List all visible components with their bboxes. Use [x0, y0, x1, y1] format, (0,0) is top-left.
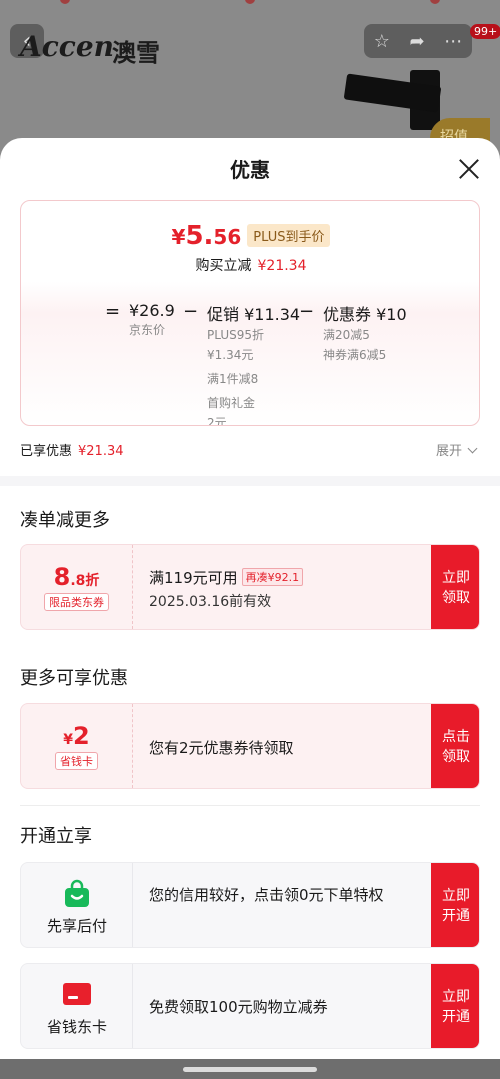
section-title-more-offers: 更多可享优惠 [20, 668, 128, 689]
activate-label: 立即 开通 [442, 888, 470, 924]
activate-pay-later-button[interactable]: 立即 开通 [431, 863, 479, 947]
coupon-type-tag: 限品类东券 [44, 593, 109, 611]
brand-logo-cn: 澳雪 [112, 39, 160, 67]
enjoyed-discount: 已享优惠 ¥21.34 [20, 440, 124, 459]
instant-discount-amount: ¥21.34 [257, 258, 307, 274]
section-title-more-savings: 凑单减更多 [20, 510, 110, 531]
saving-card-text: 您有2元优惠券待领取 [149, 739, 294, 757]
saving-card-coupon: ¥2 省钱卡 您有2元优惠券待领取 点击 领取 [20, 703, 480, 789]
coupon-discount: 优惠券 ¥10 满20减5 神券满6减5 [323, 301, 407, 365]
promo-note: 2元 [207, 416, 227, 426]
section-gap [0, 476, 500, 486]
saving-card-details: 您有2元优惠券待领取 [133, 704, 431, 788]
service-details: 您的信用较好，点击领0元下单特权 [133, 863, 431, 947]
service-name: 先享后付 [46, 917, 107, 935]
background-decoration [60, 0, 440, 4]
coupon-condition-row: 满119元可用 再凑¥92.1 [149, 567, 304, 588]
home-indicator[interactable] [183, 1067, 317, 1072]
promo-note: 满1件减8 [207, 372, 259, 386]
promo-value: 促销 ¥11.34 [207, 305, 301, 324]
price-card: ¥ 5. 56 PLUS到手价 购买立减 ¥21.34 = ¥26.9 京东价 −… [20, 200, 480, 426]
base-price-label: 京东价 [129, 323, 166, 337]
bag-icon [65, 879, 89, 907]
claim-saving-card-label: 点击 领取 [442, 729, 470, 765]
coupon-value: 优惠券 ¥10 [323, 305, 407, 324]
service-icon-block: 省钱东卡 [21, 964, 133, 1048]
coupon-expiry: 2025.03.16前有效 [149, 594, 272, 610]
claim-saving-card-button[interactable]: 点击 领取 [431, 704, 479, 788]
promo-note: 首购礼金 [207, 396, 256, 410]
saving-card-value: ¥2 省钱卡 [21, 704, 133, 788]
equals-sign: = [105, 301, 121, 322]
expand-button[interactable]: 展开 [436, 440, 478, 459]
star-icon[interactable]: ☆ [374, 31, 390, 52]
expand-label: 展开 [436, 444, 463, 459]
close-icon[interactable] [454, 154, 484, 184]
promo-discount: 促销 ¥11.34 PLUS95折 ¥1.34元 满1件减8 首购礼金 2元 [207, 301, 301, 426]
promo-note: ¥1.34元 [207, 348, 254, 362]
coupon-discount-big: 8 [53, 563, 71, 591]
claim-coupon-button[interactable]: 立即 领取 [431, 545, 479, 629]
promo-note: PLUS95折 [207, 328, 264, 342]
top-actions: ☆ ➦ ⋯ [364, 24, 472, 58]
service-icon-block: 先享后付 [21, 863, 133, 947]
plus-price-tag: PLUS到手价 [247, 224, 331, 247]
service-details: 免费领取100元购物立减券 [133, 964, 431, 1048]
instant-discount: 购买立减 ¥21.34 [21, 255, 479, 275]
sheet-title: 优惠 [230, 158, 270, 182]
activate-label: 立即 开通 [442, 989, 470, 1025]
claim-coupon-label: 立即 领取 [442, 570, 470, 606]
service-card-pay-later: 先享后付 您的信用较好，点击领0元下单特权 立即 开通 [20, 862, 480, 948]
price-decimal: 56 [213, 225, 242, 249]
coupon-condition: 满119元可用 [149, 569, 238, 587]
discount-sheet: 优惠 ¥ 5. 56 PLUS到手价 购买立减 ¥21.34 = ¥26.9 京东… [0, 138, 500, 1059]
message-badge: 99+ [470, 24, 500, 39]
chevron-down-icon [467, 443, 478, 454]
activate-saving-card-button[interactable]: 立即 开通 [431, 964, 479, 1048]
brand-logo: Accen [20, 30, 114, 63]
service-text: 您的信用较好，点击领0元下单特权 [149, 886, 384, 904]
price-currency: ¥ [171, 225, 186, 249]
saving-card-tag: 省钱卡 [55, 752, 98, 770]
saving-card-amount: 2 [73, 722, 90, 750]
service-card-saving-card: 省钱东卡 免费领取100元购物立减券 立即 开通 [20, 963, 480, 1049]
enjoyed-label: 已享优惠 [20, 444, 73, 459]
price-breakdown: = ¥26.9 京东价 − 促销 ¥11.34 PLUS95折 ¥1.34元 满… [21, 301, 479, 426]
service-text: 免费领取100元购物立减券 [149, 998, 328, 1016]
card-icon [63, 983, 91, 1005]
service-name: 省钱东卡 [46, 1018, 107, 1036]
base-price: ¥26.9 京东价 [129, 301, 175, 340]
coupon-extra-tag: 再凑¥92.1 [241, 568, 304, 586]
base-price-value: ¥26.9 [129, 301, 175, 320]
coupon-value-block: 8.8折 限品类东券 [21, 545, 133, 629]
final-price: ¥ 5. 56 PLUS到手价 [21, 221, 479, 251]
background-page: ‹ Accen 澳雪 ☆ ➦ ⋯ 99+ 招值 [0, 0, 500, 160]
saving-card-currency: ¥ [63, 732, 74, 748]
minus-sign: − [299, 301, 315, 322]
more-icon[interactable]: ⋯ [444, 31, 462, 52]
coupon-discount-small: .8折 [70, 573, 100, 589]
price-integer: 5. [185, 221, 214, 251]
section-title-activate: 开通立享 [20, 826, 92, 847]
coupon-card: 8.8折 限品类东券 满119元可用 再凑¥92.1 2025.03.16前有效 … [20, 544, 480, 630]
coupon-details: 满119元可用 再凑¥92.1 2025.03.16前有效 [133, 545, 431, 629]
divider [20, 805, 480, 806]
coupon-note: 满20减5 [323, 328, 370, 342]
minus-sign: − [183, 301, 199, 322]
coupon-note: 神券满6减5 [323, 348, 387, 362]
share-icon[interactable]: ➦ [410, 31, 425, 52]
enjoyed-amount: ¥21.34 [78, 444, 124, 459]
instant-discount-label: 购买立减 [195, 258, 252, 274]
